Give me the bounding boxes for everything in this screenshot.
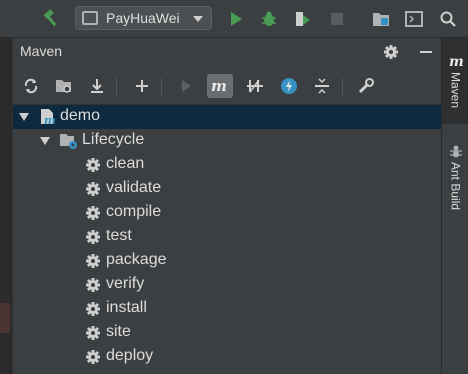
tree-row-goal-validate[interactable]: validate [13, 177, 442, 201]
tree-row-goal-clean[interactable]: clean [13, 153, 442, 177]
coverage-icon[interactable] [291, 8, 313, 30]
gear-icon [85, 229, 101, 245]
goal-label: compile [106, 203, 162, 220]
run-config-label: PayHuaWei [106, 10, 180, 26]
goal-label: clean [106, 155, 145, 172]
lifecycle-folder-icon [59, 133, 79, 154]
ant-build-tab-label: Ant Build [448, 161, 463, 211]
separator [116, 78, 117, 96]
wrench-icon[interactable] [353, 74, 379, 98]
debug-icon[interactable] [258, 8, 280, 30]
skip-tests-icon[interactable] [242, 74, 268, 98]
hammer-icon[interactable] [40, 8, 62, 30]
maven-tool-tab[interactable]: m Maven [442, 38, 468, 124]
search-icon[interactable] [437, 8, 459, 30]
tree-row-project[interactable]: m demo [13, 105, 442, 129]
add-icon[interactable] [129, 74, 155, 98]
chevron-down-icon [193, 16, 203, 22]
tree-row-goal-test[interactable]: test [13, 225, 442, 249]
ant-icon [449, 145, 462, 158]
gear-icon [85, 301, 101, 317]
project-name: demo [60, 107, 101, 124]
goal-label: test [106, 227, 132, 244]
chevron-down-icon[interactable] [40, 137, 50, 145]
download-icon[interactable] [84, 74, 110, 98]
editor-marker [0, 303, 10, 333]
run-config-dropdown[interactable]: PayHuaWei [75, 6, 212, 30]
goal-label: package [106, 251, 167, 268]
run-icon[interactable] [225, 8, 247, 30]
separator [161, 78, 162, 96]
gear-icon [85, 325, 101, 341]
gear-icon [85, 277, 101, 293]
tree-row-goal-site[interactable]: site [13, 321, 442, 345]
panel-header: Maven [13, 38, 442, 66]
tree-row-goal-verify[interactable]: verify [13, 273, 442, 297]
minimize-icon[interactable] [416, 42, 436, 62]
gear-icon [85, 157, 101, 173]
gear-icon[interactable] [381, 42, 401, 62]
editor-edge [0, 38, 12, 374]
stop-icon[interactable] [326, 8, 348, 30]
svg-text:m: m [211, 78, 227, 94]
maven-m-icon: m [449, 54, 464, 68]
lifecycle-label: Lifecycle [82, 131, 145, 148]
run-config-icon [82, 11, 98, 25]
reload-icon[interactable] [18, 74, 44, 98]
main-toolbar: PayHuaWei [0, 0, 468, 38]
generate-sources-icon[interactable] [51, 74, 77, 98]
offline-icon[interactable] [276, 74, 302, 98]
svg-text:m: m [44, 114, 56, 126]
ant-build-tool-tab[interactable]: Ant Build [442, 132, 468, 222]
gear-icon [85, 253, 101, 269]
goal-label: verify [106, 275, 145, 292]
maven-project-icon: m [39, 108, 57, 130]
tree-row-goal-install[interactable]: install [13, 297, 442, 321]
gear-icon [85, 349, 101, 365]
tree-row-goal-compile[interactable]: compile [13, 201, 442, 225]
goal-label: site [106, 323, 131, 340]
project-structure-icon[interactable] [370, 8, 392, 30]
panel-title: Maven [20, 43, 63, 59]
svg-text:m: m [449, 54, 464, 68]
gear-icon [85, 205, 101, 221]
terminal-icon[interactable] [403, 8, 425, 30]
goal-label: deploy [106, 347, 154, 364]
maven-panel: Maven m m demo Lifecycle clean validate … [12, 38, 442, 374]
run-icon[interactable] [173, 74, 199, 98]
collapse-all-icon[interactable] [309, 74, 335, 98]
tree-row-goal-package[interactable]: package [13, 249, 442, 273]
gear-icon [85, 181, 101, 197]
goal-label: validate [106, 179, 162, 196]
goal-label: install [106, 299, 147, 316]
tree-row-goal-deploy[interactable]: deploy [13, 345, 442, 369]
maven-tab-label: Maven [448, 71, 463, 109]
separator [342, 78, 343, 96]
chevron-down-icon[interactable] [19, 113, 29, 121]
right-tool-strip: m Maven Ant Build [441, 38, 468, 374]
panel-toolbar: m [13, 68, 442, 105]
maven-goal-icon[interactable]: m [207, 74, 233, 98]
tree-row-lifecycle[interactable]: Lifecycle [13, 129, 442, 153]
